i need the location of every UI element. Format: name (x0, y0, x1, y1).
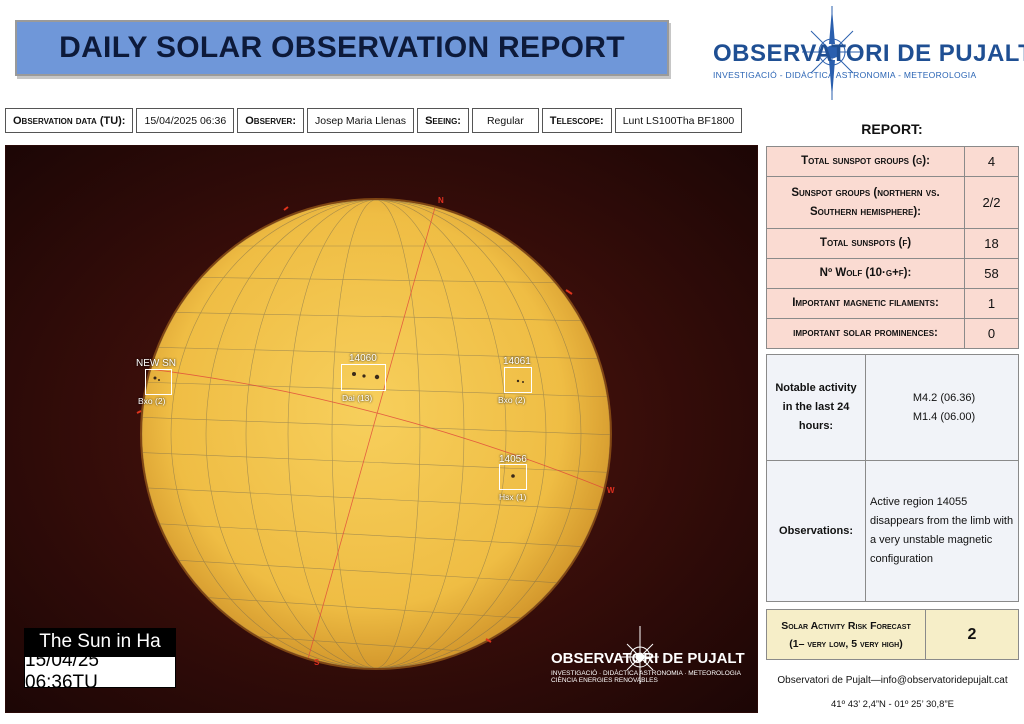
table-row: Observations: Active region 14055 disapp… (766, 460, 1019, 602)
report-label: Nº Wolf (10·g+f): (766, 258, 965, 289)
table-row: Important magnetic filaments: 1 (766, 288, 1019, 319)
region-box (341, 364, 386, 391)
watermark-subtitle-2: CIÈNCIA ENERGIES RENOVABLES (551, 677, 658, 684)
table-row: Notable activity in the last 24 hours: M… (766, 354, 1019, 461)
observatory-logo: OBSERVATORI DE PUJALT INVESTIGACIÓ - DID… (705, 4, 1024, 104)
seeing-label: Seeing: (417, 108, 469, 133)
notable-activity-values: M4.2 (06.36) M1.4 (06.00) (865, 354, 1019, 461)
report-heading: REPORT: (861, 121, 923, 137)
table-row: Total sunspots (f) 18 (766, 228, 1019, 259)
region-label: 14060 (349, 353, 377, 364)
region-class: Dai (13) (342, 393, 373, 403)
region-label: 14061 (503, 356, 531, 367)
region-class: Bxo (2) (498, 395, 526, 405)
risk-forecast-table: Solar Activity Risk Forecast (1– very lo… (766, 609, 1019, 660)
notable-activity-item: M1.4 (06.00) (912, 410, 976, 423)
report-value: 2/2 (964, 176, 1019, 229)
watermark-text: OBSERVATORI DE PUJALT (551, 650, 745, 667)
date-value: 15/04/2025 06:36 (136, 108, 235, 133)
sun-image: N S W NEW SN Bxo (2) 14060 Dai (13) 1406… (5, 145, 758, 713)
compass-south: S (314, 658, 320, 667)
report-value: 58 (964, 258, 1019, 289)
image-caption-date: 15/04/25 06:36TU (24, 650, 176, 693)
table-row: Sunspot groups (northern vs. Southern he… (766, 176, 1019, 229)
compass-north: N (438, 196, 444, 205)
observations-label: Observations: (766, 460, 866, 602)
seeing-value: Regular (471, 108, 539, 133)
report-title: DAILY SOLAR OBSERVATION REPORT (59, 31, 625, 64)
risk-forecast-label: Solar Activity Risk Forecast (1– very lo… (766, 609, 926, 660)
region-class: Hsx (1) (499, 492, 527, 502)
risk-forecast-title: Solar Activity Risk Forecast (781, 619, 911, 632)
region-box (499, 464, 527, 490)
report-value: 4 (964, 146, 1019, 177)
notable-activity-label: Notable activity in the last 24 hours: (766, 354, 866, 461)
telescope-value: Lunt LS100Tha BF1800 (614, 108, 743, 133)
report-value: 1 (964, 288, 1019, 319)
region-box (504, 367, 532, 393)
risk-forecast-value: 2 (925, 609, 1019, 660)
report-label: Important magnetic filaments: (766, 288, 965, 319)
observation-info-bar: Observation data (TU): 15/04/2025 06:36 … (5, 108, 743, 133)
risk-forecast-scale: (1– very low, 5 very high) (789, 637, 903, 650)
telescope-label: Telescope: (541, 108, 612, 133)
image-watermark: OBSERVATORI DE PUJALT INVESTIGACIÓ · DID… (551, 624, 751, 694)
report-table: Total sunspot groups (g): 4 Sunspot grou… (766, 146, 1019, 349)
table-row: Nº Wolf (10·g+f): 58 (766, 258, 1019, 289)
compass-west: W (607, 486, 615, 495)
title-banner: DAILY SOLAR OBSERVATION REPORT (15, 20, 669, 76)
table-row: Solar Activity Risk Forecast (1– very lo… (766, 609, 1019, 660)
table-row: important solar prominences: 0 (766, 318, 1019, 349)
report-label: Sunspot groups (northern vs. Southern he… (766, 176, 965, 229)
table-row: Total sunspot groups (g): 4 (766, 146, 1019, 177)
report-value: 0 (964, 318, 1019, 349)
region-box (145, 369, 172, 395)
activity-table: Notable activity in the last 24 hours: M… (766, 354, 1019, 602)
report-value: 18 (964, 228, 1019, 259)
report-label: Total sunspot groups (g): (766, 146, 965, 177)
footer-coordinates: 41º 43’ 2,4”N - 01º 25’ 30,8”E (831, 699, 954, 710)
region-label: NEW SN (136, 358, 176, 369)
logo-subtitle: INVESTIGACIÓ - DIDÀCTICA ASTRONOMIA - ME… (713, 70, 977, 80)
observer-label: Observer: (237, 108, 304, 133)
report-label: Total sunspots (f) (766, 228, 965, 259)
watermark-subtitle-1: INVESTIGACIÓ · DIDÀCTICA ASTRONOMIA · ME… (551, 670, 741, 677)
region-class: Bxo (2) (138, 396, 166, 406)
date-label: Observation data (TU): (5, 108, 134, 133)
logo-text: OBSERVATORI DE PUJALT (713, 40, 1024, 67)
footer-contact: Observatori de Pujalt—info@observatoride… (777, 675, 1008, 686)
observer-value: Josep Maria Llenas (307, 108, 415, 133)
observations-text: Active region 14055 disappears from the … (865, 460, 1019, 602)
report-label: important solar prominences: (766, 318, 965, 349)
notable-activity-item: M4.2 (06.36) (912, 391, 976, 404)
